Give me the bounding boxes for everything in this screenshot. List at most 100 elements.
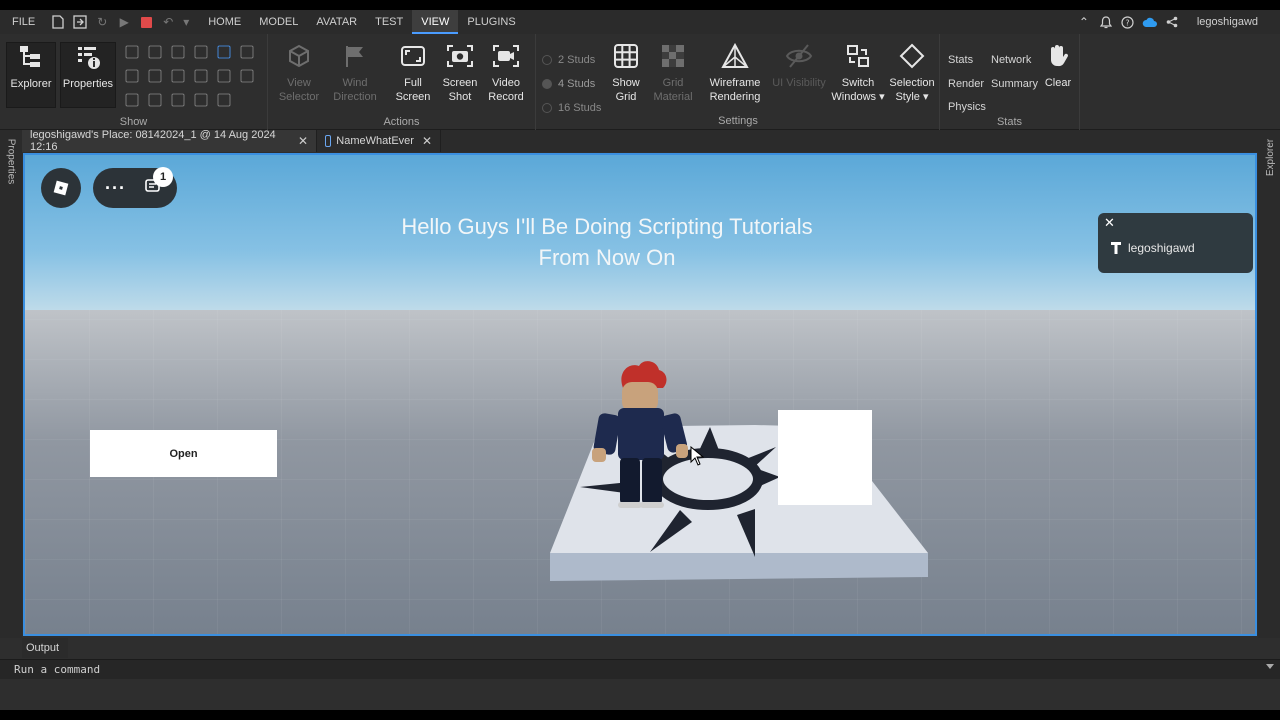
- show-grid-label-2: Grid: [615, 91, 637, 103]
- full-screen-button[interactable]: Full Screen: [388, 42, 438, 108]
- command-history-dropdown-icon[interactable]: [1266, 664, 1274, 669]
- tag-editor-icon[interactable]: [194, 45, 208, 59]
- toolbox-icon[interactable]: [125, 45, 139, 59]
- cloud-icon[interactable]: [1139, 10, 1161, 34]
- studs-16-option[interactable]: 16 Studs: [542, 102, 601, 114]
- redo-icon[interactable]: ↻: [91, 10, 113, 34]
- roblox-menu-button[interactable]: [41, 168, 81, 208]
- notifications-icon[interactable]: [1095, 10, 1117, 34]
- physics-button[interactable]: Physics: [948, 101, 986, 113]
- platform-side: [550, 553, 928, 581]
- stop-icon[interactable]: [135, 10, 157, 34]
- close-icon[interactable]: ✕: [422, 134, 432, 148]
- clear-button[interactable]: Clear: [1036, 42, 1080, 108]
- tab-place-label: legoshigawd's Place: 08142024_1 @ 14 Aug…: [30, 129, 276, 153]
- tab-plugins[interactable]: PLUGINS: [458, 10, 524, 34]
- open-button[interactable]: Open: [90, 430, 277, 477]
- wind-direction-button[interactable]: Wind Direction: [330, 42, 380, 108]
- close-icon[interactable]: ✕: [298, 134, 308, 148]
- properties-label: Properties: [62, 78, 114, 90]
- studs-2-option[interactable]: 2 Studs: [542, 54, 595, 66]
- screen-shot-button[interactable]: Screen Shot: [435, 42, 485, 108]
- output-window-icon[interactable]: [125, 93, 139, 107]
- premium-icon: [1111, 242, 1121, 254]
- script-recovery-icon[interactable]: [148, 69, 162, 83]
- menubar-right: ⌃ ? legoshigawd: [1073, 10, 1280, 34]
- game-viewport[interactable]: Hello Guys I'll Be Doing Scripting Tutor…: [23, 153, 1257, 636]
- tab-home[interactable]: HOME: [199, 10, 250, 34]
- collapse-ribbon-icon[interactable]: ⌃: [1073, 10, 1095, 34]
- task-scheduler-icon[interactable]: [171, 69, 185, 83]
- explorer-rail-tab[interactable]: Explorer: [1265, 139, 1276, 176]
- tab-avatar[interactable]: AVATAR: [307, 10, 366, 34]
- more-icon[interactable]: ···: [105, 178, 126, 199]
- tag-icon[interactable]: [217, 69, 231, 83]
- publish-icon[interactable]: [69, 10, 91, 34]
- switch-windows-button[interactable]: Switch Windows ▾: [830, 42, 886, 108]
- summary-button[interactable]: Summary: [991, 78, 1038, 90]
- asset-manager-icon[interactable]: [148, 45, 162, 59]
- device-emulator-icon[interactable]: [217, 93, 231, 107]
- tab-test[interactable]: TEST: [366, 10, 412, 34]
- render-button[interactable]: Render: [948, 78, 984, 90]
- empty-slot: [241, 94, 254, 107]
- grid-material-label-1: Grid: [662, 77, 684, 89]
- full-screen-label-1: Full: [404, 77, 422, 89]
- play-icon[interactable]: ▶: [113, 10, 135, 34]
- grid-material-button[interactable]: Grid Material: [648, 42, 698, 108]
- explorer-label: Explorer: [10, 78, 52, 90]
- file-menu[interactable]: FILE: [0, 10, 47, 34]
- white-part[interactable]: [778, 410, 872, 505]
- wind-direction-label-1: Wind: [342, 77, 368, 89]
- full-screen-label-2: Screen: [395, 91, 431, 103]
- command-bar-icon[interactable]: [125, 69, 139, 83]
- ui-visibility-button[interactable]: UI Visibility: [768, 42, 830, 108]
- script-analysis-icon[interactable]: [240, 45, 254, 59]
- output-tab[interactable]: Output: [22, 638, 68, 658]
- game-explorer-icon[interactable]: [240, 69, 254, 83]
- terrain-editor-icon[interactable]: [171, 45, 185, 59]
- undo-icon[interactable]: ↶: [157, 10, 179, 34]
- share-icon[interactable]: [1161, 10, 1183, 34]
- radio-selected-icon: [542, 79, 552, 89]
- chat-icon[interactable]: [217, 45, 231, 59]
- view-selector-button[interactable]: View Selector: [274, 42, 324, 108]
- quick-access-dropdown-icon[interactable]: ▾: [179, 10, 193, 34]
- view-selector-label-2: Selector: [278, 91, 320, 103]
- tab-view[interactable]: VIEW: [412, 10, 459, 34]
- wireframe-rendering-button[interactable]: Wireframe Rendering: [702, 42, 768, 108]
- stats-button[interactable]: Stats: [948, 54, 973, 66]
- tab-model[interactable]: MODEL: [250, 10, 307, 34]
- username[interactable]: legoshigawd: [1183, 10, 1280, 34]
- team-create-icon[interactable]: [194, 69, 208, 83]
- player-entry[interactable]: legoshigawd: [1110, 241, 1195, 255]
- document-tabs: legoshigawd's Place: 08142024_1 @ 14 Aug…: [22, 129, 1258, 153]
- wireframe-label-2: Rendering: [709, 91, 761, 103]
- avatar[interactable]: [588, 358, 688, 510]
- mouse-cursor-icon: [690, 446, 704, 466]
- explorer-button[interactable]: Explorer: [6, 42, 56, 108]
- video-record-label-2: Record: [488, 91, 524, 103]
- localization-icon[interactable]: [194, 93, 208, 107]
- actions-group-label: Actions: [383, 116, 420, 128]
- command-input[interactable]: [14, 663, 1214, 676]
- properties-rail-tab[interactable]: Properties: [5, 139, 16, 185]
- settings-group-label: Settings: [718, 115, 758, 127]
- help-icon[interactable]: ?: [1117, 10, 1139, 34]
- performance-icon[interactable]: [171, 93, 185, 107]
- properties-button[interactable]: Properties: [60, 42, 116, 108]
- tab-script[interactable]: NameWhatEver ✕: [317, 130, 441, 152]
- studs-4-option[interactable]: 4 Studs: [542, 78, 595, 90]
- new-file-icon[interactable]: [47, 10, 69, 34]
- tab-place[interactable]: legoshigawd's Place: 08142024_1 @ 14 Aug…: [22, 129, 317, 153]
- tab-script-label: NameWhatEver: [336, 135, 414, 147]
- close-icon[interactable]: ✕: [1104, 215, 1115, 231]
- show-grid-button[interactable]: Show Grid: [601, 42, 651, 108]
- network-button[interactable]: Network: [991, 54, 1031, 66]
- view-selector-icon: [285, 42, 313, 70]
- video-record-button[interactable]: Video Record: [481, 42, 531, 108]
- chat-notification-badge: 1: [153, 167, 173, 187]
- find-results-icon[interactable]: [148, 93, 162, 107]
- selection-style-button[interactable]: Selection Style ▾: [886, 42, 938, 108]
- show-group-label: Show: [119, 116, 148, 128]
